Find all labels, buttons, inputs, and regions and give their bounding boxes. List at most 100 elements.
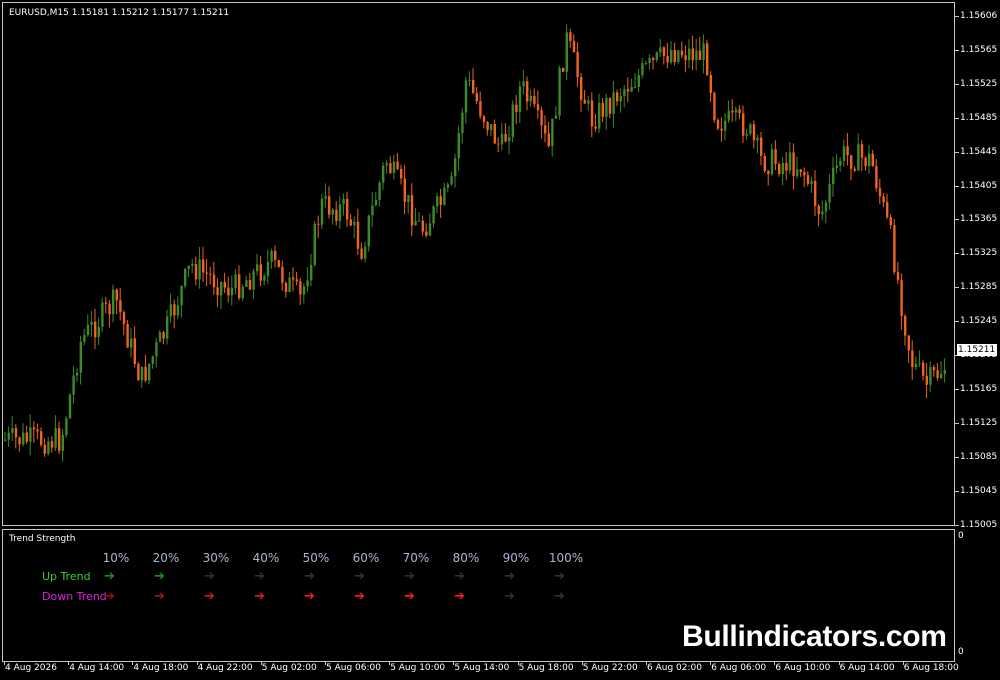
candle-body [54,428,57,448]
candle-body [911,350,914,368]
candle-body [716,120,720,129]
candle-body [767,170,770,175]
candle-body [356,221,360,249]
candle-body [637,75,640,87]
candle-body [259,264,262,281]
candle-body [400,168,403,179]
up-trend-arrow-icon: ➔ [204,569,215,584]
candle-body [238,274,241,299]
candle-body [734,109,738,113]
time-label: 5 Aug 06:00 [326,663,381,673]
down-trend-label: Down Trend [42,590,107,603]
candle-body [155,342,158,357]
up-trend-arrow-icon: ➔ [154,569,165,584]
candle-body [922,362,925,376]
candle-body [7,432,10,440]
candle-body [446,184,450,188]
candle-body [464,80,468,113]
down-trend-arrow-icon: ➔ [354,589,365,604]
candle-body [364,246,367,259]
candle-body [572,41,576,53]
candle-body [432,206,435,224]
candle-body [576,52,579,78]
candle-body [666,56,669,63]
candle-body [770,149,774,175]
candle-body [227,287,230,296]
candle-body [853,168,856,171]
candle-body [83,334,86,342]
candle-body [32,427,36,430]
price-tick [955,422,959,424]
percent-label: 60% [352,551,380,565]
candle-body [360,248,363,259]
candle-body [727,110,730,121]
candle-body [151,356,154,364]
candle-body [554,115,558,119]
candle-body [454,158,457,177]
candle-body [421,220,424,232]
candle-body [439,196,442,205]
candle-body [392,161,396,173]
candle-body [824,202,828,212]
candle-body [864,157,867,167]
candle-body [122,312,126,325]
candle-body [112,289,115,315]
candle-body [328,196,331,215]
price-label: 1.15285 [960,282,998,293]
candle-body [72,375,75,395]
candle-body [335,209,338,221]
candle-body [522,81,525,87]
price-tick [955,321,959,323]
price-tick [955,524,959,526]
time-label: 4 Aug 22:00 [197,663,253,673]
candle-body [590,100,594,127]
candle-body [472,79,475,93]
down-trend-arrow-icon: ➔ [254,589,265,604]
candle-body [691,48,694,61]
candle-body [925,375,928,385]
candle-body [216,287,219,296]
price-tick [955,253,959,255]
percent-label: 20% [152,551,180,565]
candle-body [457,133,460,159]
candle-body [749,124,752,134]
candle-body [468,79,471,81]
candle-body [688,48,691,61]
percent-label: 100% [548,551,584,565]
candle-body [587,100,590,104]
candle-body [673,50,676,62]
candle-body [878,188,882,197]
candle-body [108,303,111,315]
price-tick [955,456,959,458]
candle-body [58,428,61,451]
up-trend-arrow-icon: ➔ [104,569,115,584]
candle-body [148,363,151,381]
down-trend-arrow-icon: ➔ [504,589,515,604]
candle-body [623,89,626,97]
candle-body [436,196,439,207]
candle-body [374,199,378,206]
candle-body [857,144,860,171]
candle-body [317,223,320,225]
candle-body [50,441,54,448]
price-label: 1.15405 [960,180,998,191]
time-label: 6 Aug 10:00 [775,663,831,673]
candle-body [403,178,406,202]
candle-body [277,260,280,267]
candle-body [508,137,511,142]
up-trend-arrow-icon: ➔ [454,569,465,584]
candle-body [176,305,180,316]
percent-label: 80% [452,551,480,565]
candle-body [684,55,687,61]
candle-body [806,175,810,184]
up-trend-label: Up Trend [42,570,91,583]
candle-body [389,163,392,173]
candle-body [187,265,190,269]
candle-body [932,367,936,371]
candle-body [551,118,554,147]
candle-body [245,280,248,287]
candle-body [896,272,900,281]
price-label: 1.15365 [960,214,998,225]
candle-body [281,266,284,283]
candle-body [76,372,79,376]
